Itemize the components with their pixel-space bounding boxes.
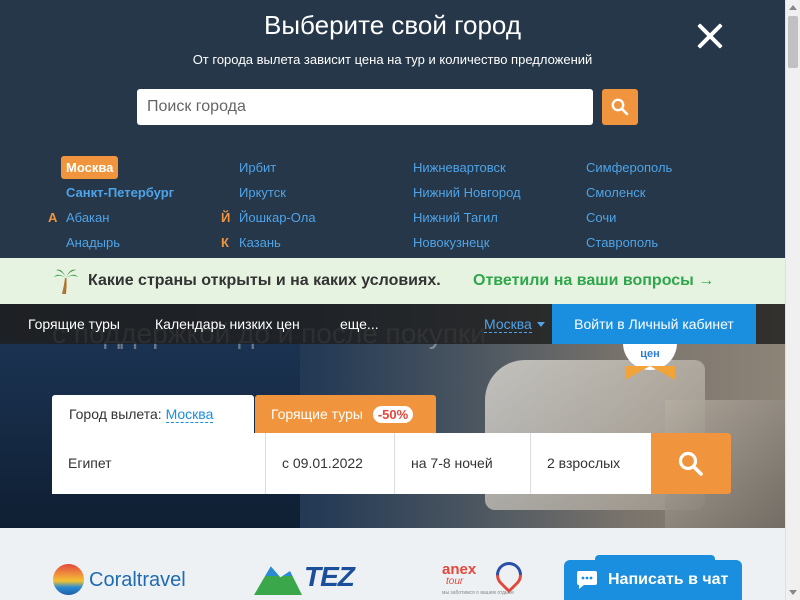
- city-column-2: Ирбит Иркутск Йошкар-Ола Казань: [239, 155, 316, 255]
- close-icon[interactable]: [694, 20, 726, 52]
- nav-low-price-calendar[interactable]: Календарь низких цен: [155, 316, 300, 332]
- chat-button[interactable]: Написать в чат: [564, 560, 742, 600]
- city-item-abakan[interactable]: Абакан: [66, 205, 174, 230]
- anex-logo-text: anex: [442, 561, 477, 578]
- city-item-smolensk[interactable]: Смоленск: [586, 180, 672, 205]
- city-item-irbit[interactable]: Ирбит: [239, 155, 316, 180]
- city-item-anadyr[interactable]: Анадырь: [66, 230, 174, 255]
- top-nav: Горящие туры Календарь низких цен еще...…: [0, 304, 785, 344]
- search-icon: [678, 451, 703, 476]
- city-item-nizhnevartovsk[interactable]: Нижневартовск: [413, 155, 521, 180]
- tez-tour-logo: TEZ: [254, 561, 392, 597]
- banner-text: Какие страны открыты и на каких условиях…: [88, 272, 441, 289]
- departure-city-value[interactable]: Москва: [165, 406, 214, 423]
- coral-logo-mark: [53, 564, 84, 595]
- guests-field[interactable]: 2 взрослых: [531, 433, 651, 494]
- hot-tours-tab-label: Горящие туры: [271, 406, 363, 422]
- scroll-up-arrow[interactable]: [789, 5, 797, 10]
- discount-badge: -50%: [372, 406, 414, 423]
- badge-ribbon: [625, 366, 675, 380]
- city-item-stavropol[interactable]: Ставрополь: [586, 230, 672, 255]
- page-scrollbar[interactable]: [785, 0, 800, 600]
- chevron-down-icon: [537, 322, 545, 327]
- letter-heading-k: К: [221, 235, 229, 250]
- city-item-kazan[interactable]: Казань: [239, 230, 316, 255]
- chat-bubble-icon: [577, 571, 597, 589]
- anex-logo-subtext: tour: [446, 576, 464, 587]
- info-banner: Какие страны открыты и на каких условиях…: [0, 258, 785, 304]
- city-item-simferopol[interactable]: Симферополь: [586, 155, 672, 180]
- heart-icon: [490, 556, 528, 594]
- city-list: Москва Санкт-Петербург Абакан Анадырь А …: [0, 155, 785, 258]
- hot-tours-tab[interactable]: Горящие туры -50%: [255, 395, 436, 433]
- tez-logo-mark: [254, 566, 302, 595]
- city-item-yoshkar-ola[interactable]: Йошкар-Ола: [239, 205, 316, 230]
- destination-field[interactable]: Египет: [52, 433, 266, 494]
- departure-city-tab[interactable]: Город вылета: Москва: [52, 395, 254, 433]
- city-item-sochi[interactable]: Сочи: [586, 205, 672, 230]
- search-icon: [611, 98, 629, 116]
- tour-search-button[interactable]: [651, 433, 731, 494]
- letter-heading-a: А: [48, 210, 58, 225]
- city-search-input[interactable]: [137, 89, 593, 125]
- modal-title: Выберите свой город: [264, 10, 521, 40]
- city-item-moscow[interactable]: Москва: [61, 156, 119, 179]
- city-select-modal: Выберите свой город От города вылета зав…: [0, 0, 785, 258]
- anex-tagline: мы заботимся о вашем отдыхе: [442, 590, 514, 596]
- modal-subtitle: От города вылета зависит цена на тур и к…: [192, 52, 593, 67]
- chat-button-label: Написать в чат: [608, 571, 729, 588]
- anex-tour-logo: anex tour мы заботимся о вашем отдыхе: [442, 556, 528, 598]
- departure-city-label: Город вылета:: [69, 406, 162, 422]
- scrollbar-thumb[interactable]: [788, 16, 798, 68]
- city-column-3: Нижневартовск Нижний Новгород Нижний Таг…: [413, 155, 521, 255]
- city-item-novokuznetsk[interactable]: Новокузнецк: [413, 230, 521, 255]
- date-field[interactable]: с 09.01.2022: [266, 433, 395, 494]
- city-item-nizhny-tagil[interactable]: Нижний Тагил: [413, 205, 521, 230]
- city-item-irkutsk[interactable]: Иркутск: [239, 180, 316, 205]
- city-column-1: Москва Санкт-Петербург Абакан Анадырь: [61, 155, 174, 255]
- letter-heading-y: Й: [221, 210, 231, 225]
- banner-link[interactable]: Ответили на ваши вопросы →: [473, 272, 714, 290]
- city-column-4: Симферополь Смоленск Сочи Ставрополь: [586, 155, 672, 255]
- coral-logo-text: Coraltravel: [89, 569, 186, 591]
- tour-search-form: Египет с 09.01.2022 на 7-8 ночей 2 взрос…: [52, 433, 651, 494]
- nav-city-selector[interactable]: Москва: [484, 316, 532, 333]
- nav-hot-tours[interactable]: Горящие туры: [28, 316, 120, 332]
- nights-field[interactable]: на 7-8 ночей: [395, 433, 531, 494]
- login-button[interactable]: Войти в Личный кабинет: [552, 304, 756, 344]
- nav-more[interactable]: еще...: [340, 316, 379, 332]
- city-item-spb[interactable]: Санкт-Петербург: [66, 180, 174, 205]
- city-search-button[interactable]: [602, 89, 638, 125]
- scroll-down-arrow[interactable]: [789, 590, 797, 595]
- tez-logo-text: TEZ: [304, 561, 355, 592]
- city-item-nizhny-novgorod[interactable]: Нижний Новгород: [413, 180, 521, 205]
- palm-tree-icon: [54, 269, 78, 294]
